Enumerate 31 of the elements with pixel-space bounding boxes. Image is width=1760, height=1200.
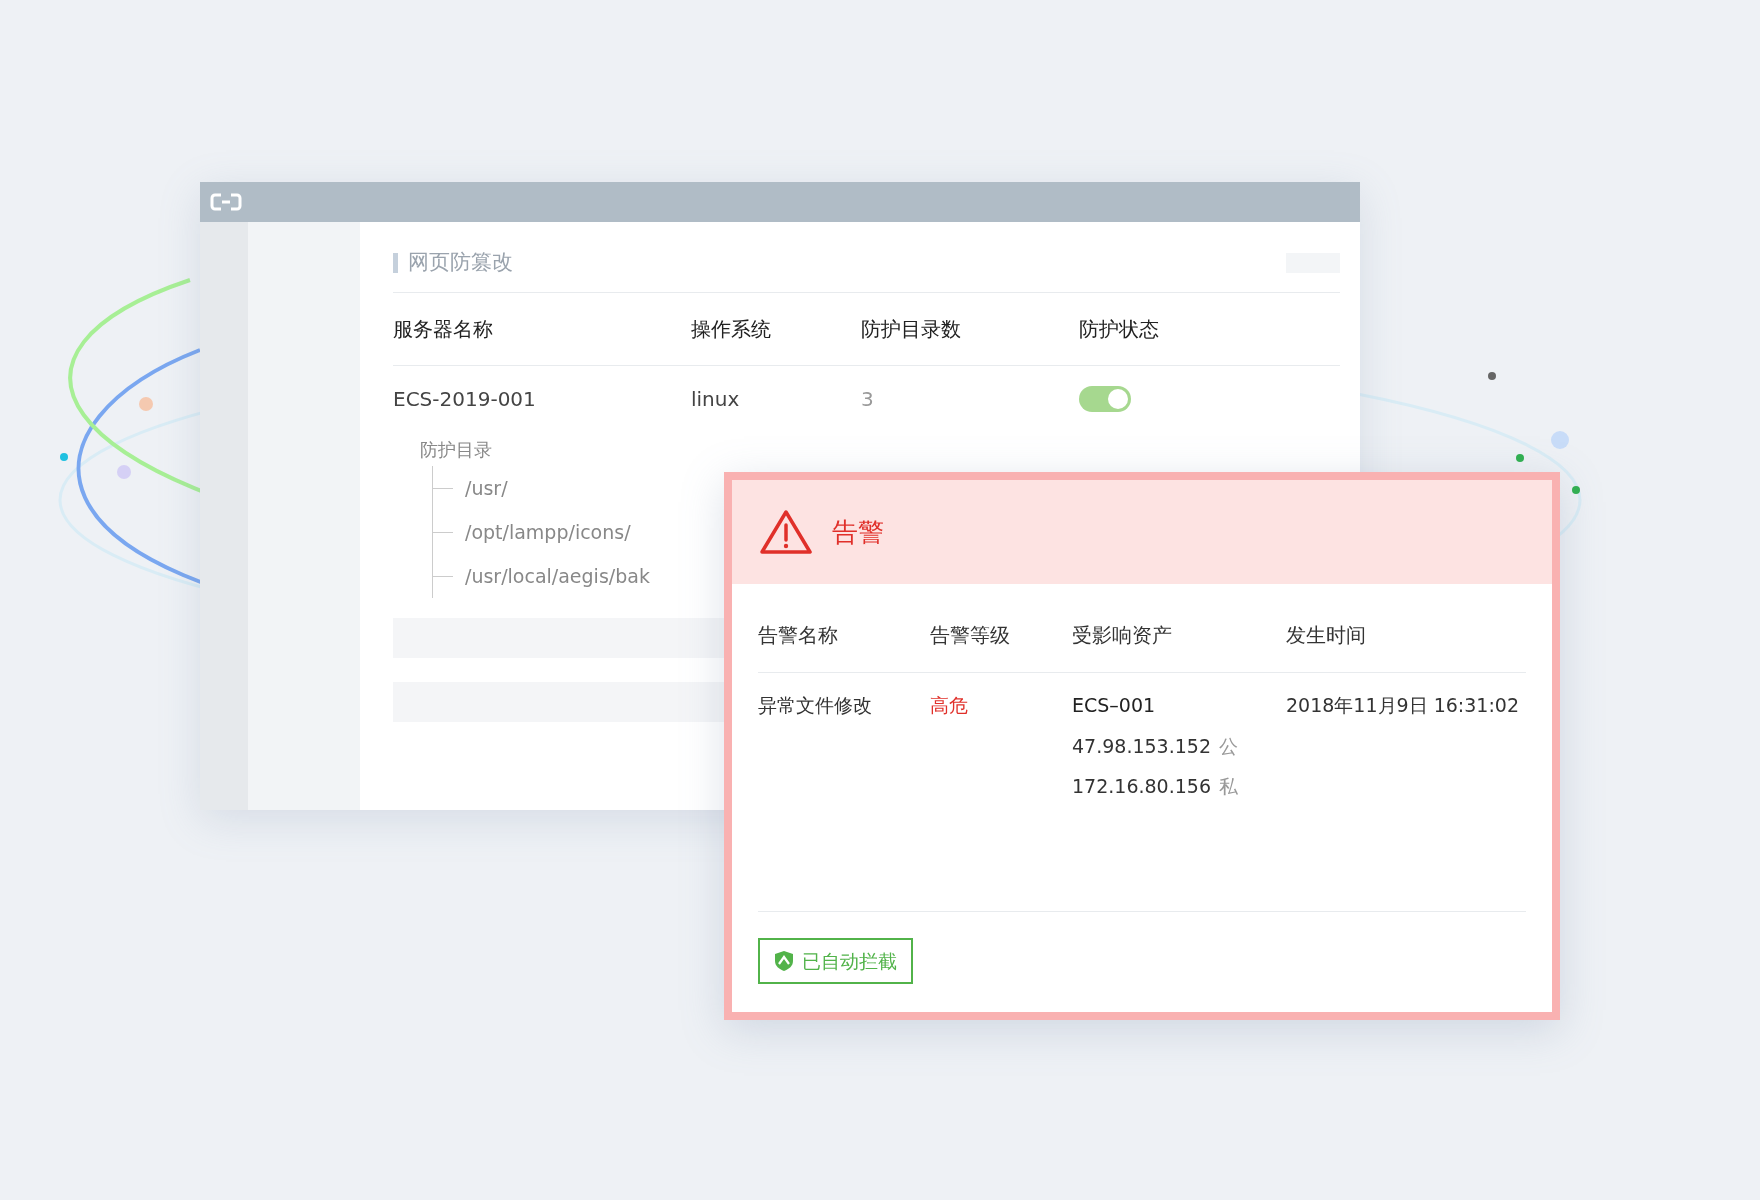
ip-address: 172.16.80.156 [1072, 774, 1211, 799]
column-header: 防护状态 [1079, 317, 1159, 341]
table-cell: 3 [861, 387, 874, 411]
tree-item[interactable]: /opt/lampp/icons/ [465, 517, 631, 547]
warning-icon [758, 508, 814, 556]
page-title: 网页防篡改 [408, 249, 513, 277]
ip-tag: 公 [1219, 731, 1238, 760]
tree-item[interactable]: /usr/local/aegis/bak [465, 561, 650, 591]
column-header: 告警名称 [758, 623, 838, 647]
tree-item[interactable]: /usr/ [465, 473, 508, 503]
title-marker [393, 253, 398, 273]
tree-label: 防护目录 [420, 437, 492, 462]
asset-name: ECS–001 [1072, 693, 1157, 718]
column-header: 受影响资产 [1072, 623, 1172, 647]
column-header: 防护目录数 [861, 317, 961, 341]
column-header: 告警等级 [930, 623, 1010, 647]
column-header: 服务器名称 [393, 317, 493, 341]
logo-icon [210, 192, 242, 212]
table-cell: 2018年11月9日 16:31:02 [1286, 694, 1519, 716]
ip-tag: 私 [1219, 772, 1238, 801]
table-cell: linux [691, 387, 740, 411]
auto-blocked-button[interactable]: 已自动拦截 [758, 938, 913, 984]
table-cell: 异常文件修改 [758, 694, 872, 716]
toggle-switch[interactable] [1079, 386, 1131, 412]
alert-title: 告警 [832, 515, 884, 549]
severity-label: 高危 [930, 694, 968, 716]
table-cell: ECS-2019-001 [393, 387, 536, 411]
ip-address: 47.98.153.152 [1072, 733, 1211, 759]
column-header: 发生时间 [1286, 623, 1366, 647]
column-header: 操作系统 [691, 317, 771, 341]
shield-icon [774, 950, 794, 972]
